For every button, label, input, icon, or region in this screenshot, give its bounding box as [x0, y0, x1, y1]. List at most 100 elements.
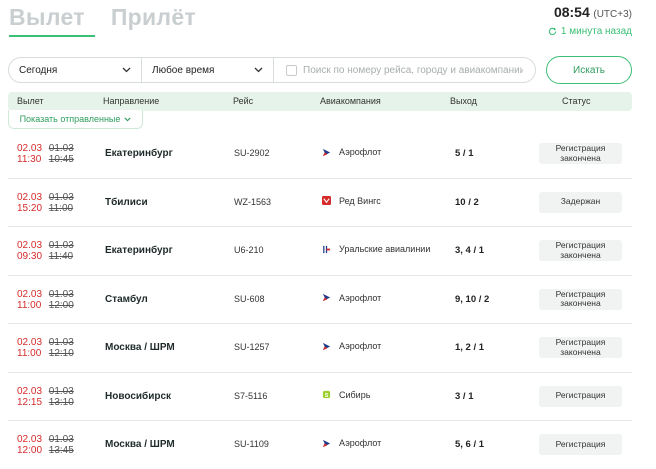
clock-time: 08:54: [553, 4, 590, 20]
airline: Аэрофлот: [322, 293, 381, 303]
airline: Аэрофлот: [322, 438, 381, 448]
chevron-down-icon: [124, 117, 132, 121]
departure-time: 02.03 01.03 09:30 11:40: [17, 240, 74, 262]
show-sent-button[interactable]: Показать отправленные: [8, 110, 143, 129]
airline-name: Уральские авиалинии: [339, 244, 431, 254]
flight-row[interactable]: 02.03 01.03 11:00 12:00 Стамбул SU-608 Аэроф…: [8, 276, 632, 324]
departure-time: 02.03 01.03 12:15 13:10: [17, 386, 74, 408]
filter-checkbox[interactable]: [286, 64, 297, 76]
gate: 1, 2 / 1: [455, 342, 485, 353]
search-area: [274, 64, 535, 76]
direction-tabs: Вылет Прилёт: [9, 4, 196, 37]
header-departure: Вылет: [17, 96, 44, 106]
flight-number: S7-5116: [234, 390, 268, 401]
tab-departure[interactable]: Вылет: [9, 4, 95, 37]
destination: Новосибирск: [105, 390, 172, 402]
flight-row[interactable]: 02.03 01.03 09:30 11:40 Екатеринбург U6-210…: [8, 227, 632, 276]
new-time: 09:30: [17, 251, 43, 262]
refresh-icon: [548, 27, 557, 36]
local-clock: 08:54 (UTC+3): [554, 4, 632, 20]
new-date: 02.03: [17, 240, 43, 251]
old-date: 01.03: [48, 143, 74, 154]
search-input[interactable]: [303, 64, 523, 76]
airline: Уральские авиалинии: [322, 244, 430, 254]
time-select[interactable]: Любое время: [142, 58, 274, 82]
show-sent-label: Показать отправленные: [19, 114, 121, 124]
chevron-down-icon: [122, 67, 131, 73]
flight-number: SU-608: [234, 293, 265, 304]
search-button[interactable]: Искать: [546, 56, 632, 84]
old-time: 13:10: [48, 396, 74, 408]
airline-logo-icon: [322, 245, 331, 254]
old-date: 01.03: [48, 337, 74, 348]
departure-time: 02.03 01.03 15:20 11:00: [17, 192, 74, 214]
old-date: 01.03: [48, 385, 74, 397]
filter-bar: Сегодня Любое время: [8, 57, 536, 83]
flights-table: 02.03 01.03 11:30 10:45 Екатеринбург SU-290…: [8, 130, 632, 469]
tab-arrival[interactable]: Прилёт: [111, 4, 196, 37]
airline-name: Аэрофлот: [339, 341, 382, 351]
svg-text:S: S: [325, 393, 329, 399]
header-direction: Направление: [103, 96, 160, 106]
flight-row[interactable]: 02.03 01.03 11:30 10:45 Екатеринбург SU-290…: [8, 130, 632, 179]
new-time: 11:00: [17, 299, 42, 311]
airline-logo-icon: [322, 342, 331, 351]
airline: Ред Вингс: [322, 196, 381, 206]
gate: 5 / 1: [455, 148, 474, 159]
old-date: 01.03: [48, 240, 74, 251]
airline-logo-icon: [322, 439, 331, 448]
old-date: 01.03: [48, 191, 74, 203]
new-date: 02.03: [17, 337, 43, 348]
old-date: 01.03: [48, 434, 74, 445]
destination: Стамбул: [105, 293, 148, 305]
airline: S Сибирь: [322, 390, 370, 400]
old-time: 11:40: [48, 251, 74, 262]
clock-timezone: (UTC+3): [593, 9, 632, 20]
new-time: 12:15: [17, 396, 43, 408]
new-time: 11:00: [17, 348, 42, 359]
flight-row[interactable]: 02.03 01.03 12:00 13:45 Москва / ШРМ SU-110…: [8, 421, 632, 469]
flight-number: SU-1109: [234, 439, 269, 449]
old-time: 11:00: [48, 202, 74, 214]
flight-row[interactable]: 02.03 01.03 12:15 13:10 Новосибирск S7-5116…: [8, 373, 632, 421]
airline: Аэрофлот: [322, 341, 381, 351]
destination: Тбилиси: [105, 196, 148, 208]
departure-time: 02.03 01.03 11:30 10:45: [17, 143, 74, 165]
status-badge: Регистрация закончена: [539, 337, 622, 358]
status-badge: Задержан: [539, 191, 622, 213]
date-select-value: Сегодня: [19, 64, 58, 76]
last-updated: 1 минута назад: [548, 26, 632, 37]
flight-number: SU-1257: [234, 342, 270, 352]
airline: Аэрофлот: [322, 147, 381, 157]
header-flight: Рейс: [233, 96, 254, 106]
new-date: 02.03: [17, 191, 43, 203]
status-badge: Регистрация: [539, 385, 622, 407]
airline-name: Ред Вингс: [339, 195, 381, 206]
new-date: 02.03: [17, 288, 43, 300]
header-airline: Авиакомпания: [320, 96, 381, 106]
airline-logo-icon: S: [322, 390, 331, 399]
airline-logo-icon: [322, 196, 331, 205]
new-time: 15:20: [17, 202, 43, 214]
destination: Екатеринбург: [105, 148, 173, 159]
old-time: 12:10: [48, 348, 74, 359]
flight-row[interactable]: 02.03 01.03 15:20 11:00 Тбилиси WZ-1563 Ред …: [8, 179, 632, 227]
new-date: 02.03: [17, 434, 43, 445]
airline-name: Аэрофлот: [339, 147, 382, 157]
old-time: 10:45: [48, 154, 74, 165]
airline-logo-icon: [322, 293, 331, 302]
header-gate: Выход: [450, 96, 477, 106]
departure-time: 02.03 01.03 11:00 12:10: [17, 337, 74, 359]
gate: 3, 4 / 1: [455, 245, 485, 256]
destination: Екатеринбург: [105, 245, 173, 256]
airline-name: Сибирь: [339, 389, 371, 400]
date-select[interactable]: Сегодня: [9, 58, 142, 82]
gate: 9, 10 / 2: [455, 293, 490, 305]
flight-row[interactable]: 02.03 01.03 11:00 12:10 Москва / ШРМ SU-125…: [8, 324, 632, 373]
last-updated-text: 1 минута назад: [560, 26, 632, 37]
old-time: 13:45: [48, 445, 74, 456]
flight-number: U6-210: [234, 245, 264, 255]
new-time: 12:00: [17, 445, 43, 456]
destination: Москва / ШРМ: [105, 342, 175, 353]
new-time: 11:30: [17, 154, 42, 165]
